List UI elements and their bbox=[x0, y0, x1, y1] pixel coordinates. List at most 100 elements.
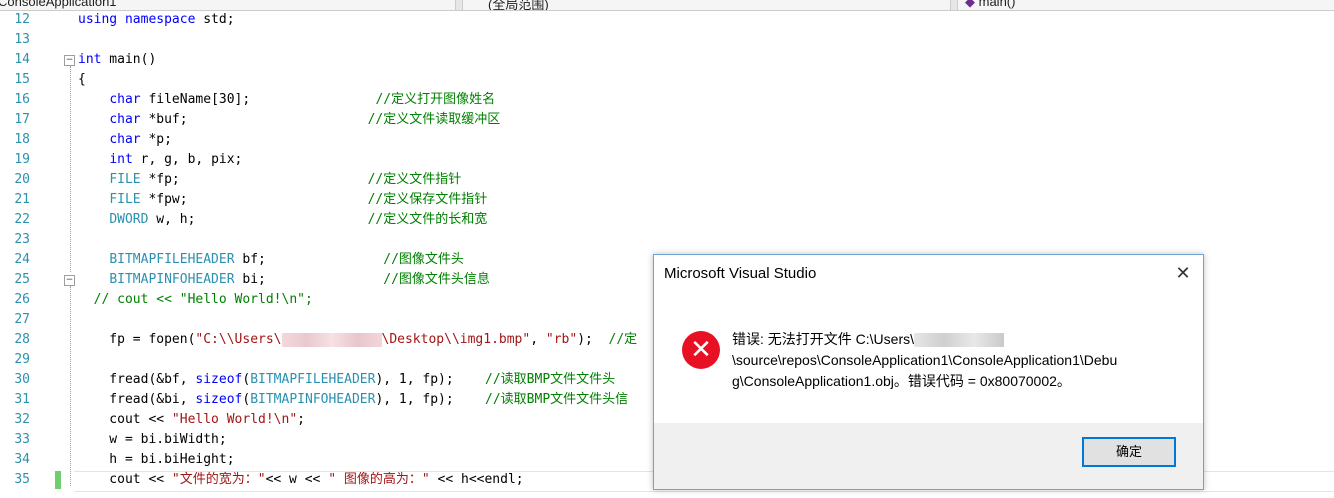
code-token: //图像文件头 bbox=[383, 252, 464, 267]
code-token: ), 1, fp); bbox=[375, 372, 486, 387]
code-token: "C:\\Users\ bbox=[195, 332, 282, 347]
line-number: 35 bbox=[14, 472, 30, 487]
code-token: w = bi.biWidth; bbox=[78, 432, 227, 447]
code-token: BITMAPFILEHEADER bbox=[109, 252, 235, 267]
code-token: sizeof bbox=[195, 392, 243, 407]
code-text[interactable]: w = bi.biWidth; bbox=[78, 430, 227, 450]
code-token: BITMAPINFOHEADER bbox=[250, 392, 376, 407]
project-dropdown[interactable]: ConsoleApplication1 bbox=[0, 0, 117, 10]
code-line[interactable]: 13 bbox=[0, 30, 1334, 50]
code-token: FILE bbox=[109, 172, 141, 187]
code-text[interactable]: BITMAPINFOHEADER bi; //图像文件头信息 bbox=[78, 270, 490, 290]
code-token: BITMAPFILEHEADER bbox=[250, 372, 376, 387]
code-text[interactable]: int r, g, b, pix; bbox=[78, 150, 242, 170]
code-text[interactable]: cout << "文件的宽为："<< w << " 图像的高为：" << h<<… bbox=[78, 470, 523, 490]
code-token: //定义文件读取缓冲区 bbox=[367, 112, 501, 127]
code-token: char bbox=[109, 112, 141, 127]
code-token: using namespace bbox=[78, 12, 196, 27]
code-text[interactable]: h = bi.biHeight; bbox=[78, 450, 234, 470]
ok-button[interactable]: 确定 bbox=[1082, 437, 1176, 467]
code-token: "文件的宽为：" bbox=[171, 472, 266, 487]
code-line[interactable]: 19 int r, g, b, pix; bbox=[0, 150, 1334, 170]
dropdown-separator bbox=[950, 0, 958, 10]
close-icon[interactable]: ✕ bbox=[1169, 261, 1197, 285]
code-text[interactable]: FILE *fpw; //定义保存文件指针 bbox=[78, 190, 487, 210]
code-text[interactable]: DWORD w, h; //定义文件的长和宽 bbox=[78, 210, 487, 230]
code-token: << w << bbox=[265, 472, 329, 487]
code-token: ), 1, fp); bbox=[375, 392, 486, 407]
error-message-line2: \source\repos\ConsoleApplication1\Consol… bbox=[732, 352, 1118, 368]
code-token: //定义打开图像姓名 bbox=[375, 92, 496, 107]
code-token: char bbox=[109, 92, 141, 107]
code-line[interactable]: 12 using namespace std; bbox=[0, 10, 1334, 30]
error-message-line1: 错误: 无法打开文件 C:\Users\ bbox=[732, 331, 915, 347]
code-token: fread(&bi, bbox=[78, 392, 196, 407]
code-text[interactable]: char *buf; //定义文件读取缓冲区 bbox=[78, 110, 500, 130]
line-number: 30 bbox=[14, 372, 30, 387]
line-number: 19 bbox=[14, 152, 30, 167]
code-token: cout << bbox=[78, 412, 172, 427]
code-token: char bbox=[109, 132, 141, 147]
member-label: main() bbox=[978, 0, 1016, 9]
line-number: 34 bbox=[14, 452, 30, 467]
error-icon: ✕ bbox=[682, 331, 720, 369]
code-token: " 图像的高为：" bbox=[328, 472, 430, 487]
code-token: // cout << "Hello World!\n"; bbox=[78, 292, 313, 307]
code-token: DWORD bbox=[109, 212, 149, 227]
scope-dropdown[interactable]: (全局范围) bbox=[488, 0, 549, 10]
line-number: 28 bbox=[14, 332, 30, 347]
code-token: int bbox=[78, 52, 102, 67]
code-text[interactable]: fread(&bi, sizeof(BITMAPINFOHEADER), 1, … bbox=[78, 390, 628, 410]
code-line[interactable]: 18 char *p; bbox=[0, 130, 1334, 150]
line-number: 33 bbox=[14, 432, 30, 447]
code-line[interactable]: 17 char *buf; //定义文件读取缓冲区 bbox=[0, 110, 1334, 130]
code-token: std; bbox=[195, 12, 235, 27]
code-line[interactable]: 21 FILE *fpw; //定义保存文件指针 bbox=[0, 190, 1334, 210]
line-number: 31 bbox=[14, 392, 30, 407]
line-number: 26 bbox=[14, 292, 30, 307]
line-number: 18 bbox=[14, 132, 30, 147]
line-number: 12 bbox=[14, 12, 30, 27]
code-token: \Desktop\\img1.bmp" bbox=[381, 332, 531, 347]
line-number: 27 bbox=[14, 312, 30, 327]
code-text[interactable]: fread(&bf, sizeof(BITMAPFILEHEADER), 1, … bbox=[78, 370, 615, 390]
code-token: fileName[30]; bbox=[140, 92, 376, 107]
code-line[interactable]: 22 DWORD w, h; //定义文件的长和宽 bbox=[0, 210, 1334, 230]
code-token: ); bbox=[577, 332, 609, 347]
code-token: BITMAPINFOHEADER bbox=[109, 272, 235, 287]
method-icon: ◆ bbox=[965, 0, 975, 9]
error-dialog: Microsoft Visual Studio ✕ ✕ 错误: 无法打开文件 C… bbox=[653, 254, 1204, 490]
code-text[interactable]: char *p; bbox=[78, 130, 172, 150]
code-token: w, h; bbox=[148, 212, 368, 227]
code-text[interactable]: using namespace std; bbox=[78, 10, 235, 30]
code-line[interactable]: 14 int main() bbox=[0, 50, 1334, 70]
code-line[interactable]: 16 char fileName[30]; //定义打开图像姓名 bbox=[0, 90, 1334, 110]
line-number: 14 bbox=[14, 52, 30, 67]
code-token: main() bbox=[101, 52, 157, 67]
code-text[interactable]: cout << "Hello World!\n"; bbox=[78, 410, 305, 430]
code-text[interactable]: BITMAPFILEHEADER bf; //图像文件头 bbox=[78, 250, 464, 270]
code-line[interactable]: 20 FILE *fp; //定义文件指针 bbox=[0, 170, 1334, 190]
code-text[interactable]: int main() bbox=[78, 50, 156, 70]
code-text[interactable]: fp = fopen("C:\\Users\ \Desktop\\img1.bmp… bbox=[78, 330, 637, 350]
code-token: *fpw; bbox=[140, 192, 368, 207]
line-number: 23 bbox=[14, 232, 30, 247]
code-text[interactable]: FILE *fp; //定义文件指针 bbox=[78, 170, 461, 190]
code-text[interactable]: char fileName[30]; //定义打开图像姓名 bbox=[78, 90, 495, 110]
member-dropdown[interactable]: ◆ main() bbox=[965, 0, 1015, 10]
code-line[interactable]: 15 { bbox=[0, 70, 1334, 90]
code-text[interactable]: // cout << "Hello World!\n"; bbox=[78, 290, 313, 310]
error-message-line3: g\ConsoleApplication1.obj。错误代码 = 0x80070… bbox=[732, 373, 1071, 389]
error-message: 错误: 无法打开文件 C:\Users\ \source\repos\Conso… bbox=[732, 329, 1172, 392]
code-token: "rb" bbox=[545, 332, 578, 347]
redacted-username bbox=[914, 333, 1005, 348]
code-text[interactable]: { bbox=[78, 70, 86, 90]
line-number: 25 bbox=[14, 272, 30, 287]
code-line[interactable]: 23 bbox=[0, 230, 1334, 250]
